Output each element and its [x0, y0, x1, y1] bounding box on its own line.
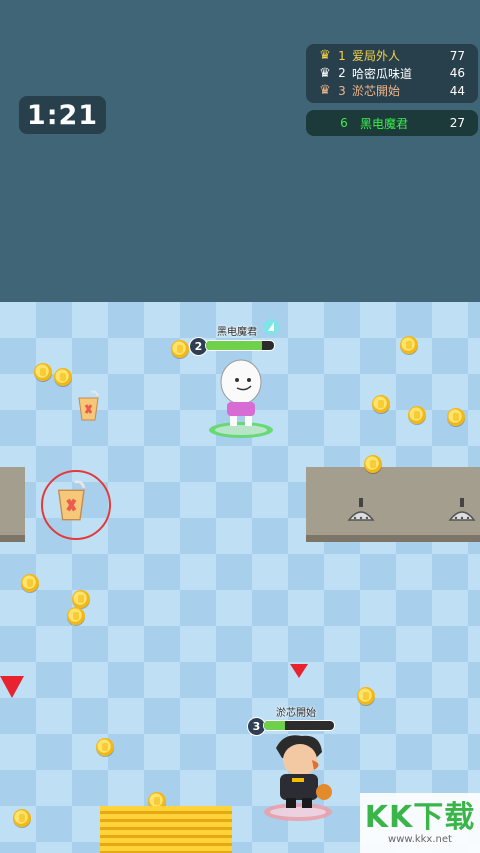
coin-icon: [34, 363, 52, 381]
coin-icon: [372, 395, 390, 413]
rival-health-bar: [263, 720, 335, 731]
self-rank-number: 6: [340, 116, 348, 130]
silver-crown-icon: ♛: [319, 65, 331, 81]
coin-icon: [13, 809, 31, 827]
hero-health-bar: [205, 340, 275, 351]
counter-left: [0, 467, 25, 542]
leaderboard: ♛ 1 爱局外人 77 ♛ 2 哈密瓜味道 46 ♛ 3 淤芯開始 44: [306, 44, 478, 103]
self-player-name: 黑电魔君: [360, 116, 409, 131]
hero-health-fill: [206, 341, 262, 350]
coin-icon: [400, 336, 418, 354]
watermark-url: www.kkx.net: [388, 833, 452, 845]
coin-icon: [408, 406, 426, 424]
lamp-icon: [448, 498, 476, 521]
coin-icon: [54, 368, 72, 386]
coin-icon: [357, 687, 375, 705]
yellow-stairs: [100, 806, 232, 853]
coin-icon: [171, 340, 189, 358]
shark-fin-icon: [263, 319, 279, 335]
hero-character-icon: [209, 359, 273, 438]
coin-icon: [72, 590, 90, 608]
drink-cup-icon: [78, 390, 99, 421]
drink-cup-icon: [57, 480, 86, 521]
player-score: 44: [449, 83, 465, 98]
player-name: 哈密瓜味道: [352, 66, 413, 81]
offscreen-pointer-icon: [0, 676, 24, 698]
leaderboard-row-2: ♛ 2 哈密瓜味道 46: [306, 65, 478, 83]
rival-character-icon: [264, 735, 332, 821]
lamp-icon: [347, 498, 375, 521]
self-player-score: 27: [449, 116, 465, 130]
coin-icon: [447, 408, 465, 426]
rival-name-tag: 淤芯開始: [276, 708, 316, 719]
coin-icon: [96, 738, 114, 756]
gold-crown-icon: ♛: [319, 48, 331, 64]
rank-number: 1: [338, 48, 346, 63]
hero-name-tag: 黑电魔君: [217, 327, 257, 338]
player-name: 淤芯開始: [352, 84, 401, 99]
leaderboard-row-3: ♛ 3 淤芯開始 44: [306, 82, 478, 100]
watermark-brand: KK下载: [364, 799, 476, 835]
rank-number: 3: [338, 83, 346, 98]
coin-icon: [364, 455, 382, 473]
target-marker-icon: [290, 664, 308, 678]
coin-icon: [21, 574, 39, 592]
bronze-crown-icon: ♛: [319, 83, 331, 99]
rank-number: 2: [338, 66, 346, 81]
leaderboard-row-1: ♛ 1 爱局外人 77: [306, 47, 478, 65]
player-score: 46: [449, 66, 465, 81]
site-watermark: KK下载 www.kkx.net: [360, 793, 480, 853]
coin-icon: [67, 607, 85, 625]
player-score: 77: [449, 48, 465, 63]
player-name: 爱局外人: [352, 49, 401, 64]
rival-health-fill: [264, 721, 285, 730]
match-timer: 1:21: [19, 96, 106, 134]
self-rank-row: 6 黑电魔君 27: [306, 110, 478, 136]
